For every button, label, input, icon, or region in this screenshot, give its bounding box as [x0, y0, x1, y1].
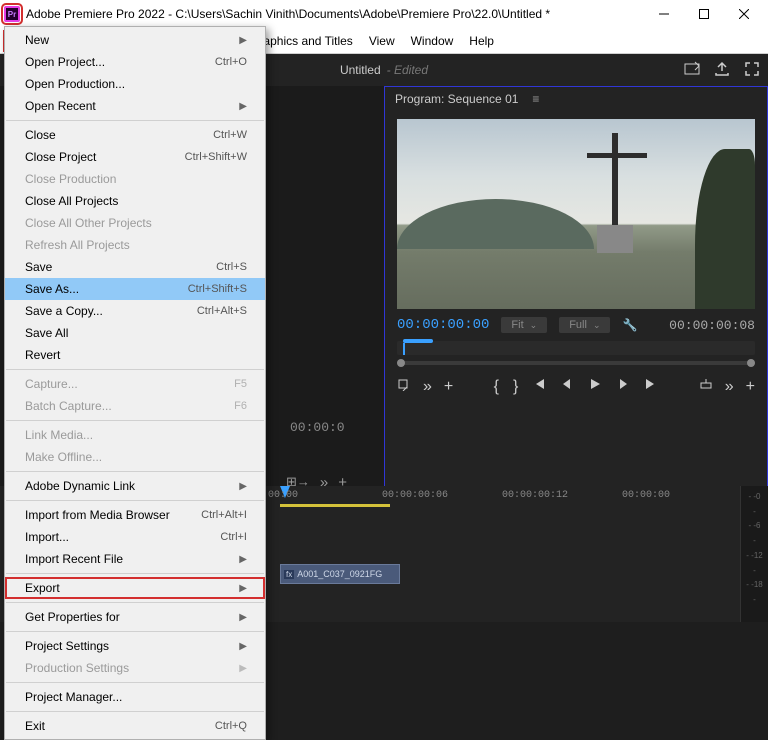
menu-item-save-as[interactable]: Save As...Ctrl+Shift+S: [5, 278, 265, 300]
source-timecode: 00:00:0: [290, 420, 345, 435]
menu-separator: [6, 602, 264, 603]
menu-item-revert[interactable]: Revert: [5, 344, 265, 366]
program-duration-timecode: 00:00:00:08: [669, 318, 755, 333]
menu-item-import[interactable]: Import...Ctrl+I: [5, 526, 265, 548]
meter-tick: - -0: [749, 492, 761, 501]
file-menu-dropdown: New▶Open Project...Ctrl+OOpen Production…: [4, 26, 266, 740]
menu-item-close-project[interactable]: Close ProjectCtrl+Shift+W: [5, 146, 265, 168]
menu-item-close-all-projects[interactable]: Close All Projects: [5, 190, 265, 212]
fullscreen-icon[interactable]: [744, 61, 760, 80]
menu-separator: [6, 471, 264, 472]
timeline-ruler[interactable]: :00:00 00:00:00:06 00:00:00:12 00:00:00: [262, 486, 768, 508]
mark-out-button[interactable]: }: [513, 378, 518, 396]
menu-separator: [6, 573, 264, 574]
ruler-tick: 00:00:00: [622, 490, 670, 501]
window-title: Adobe Premiere Pro 2022 - C:\Users\Sachi…: [26, 7, 644, 21]
menu-separator: [6, 120, 264, 121]
menu-item-link-media: Link Media...: [5, 424, 265, 446]
menu-item-make-offline: Make Offline...: [5, 446, 265, 468]
program-monitor-panel: Program: Sequence 01 ≡ 00:00:00:00 Fit⌄ …: [384, 86, 768, 492]
meter-tick: -: [753, 536, 756, 545]
work-area-bar[interactable]: [280, 504, 390, 507]
menu-item-new[interactable]: New▶: [5, 29, 265, 51]
menu-separator: [6, 631, 264, 632]
meter-tick: - -6: [749, 521, 761, 530]
menu-window[interactable]: Window: [403, 31, 462, 51]
settings-icon[interactable]: 🔧: [622, 318, 637, 332]
close-button[interactable]: [724, 2, 764, 26]
menu-item-save[interactable]: SaveCtrl+S: [5, 256, 265, 278]
menu-separator: [6, 500, 264, 501]
menu-item-exit[interactable]: ExitCtrl+Q: [5, 715, 265, 737]
program-current-timecode[interactable]: 00:00:00:00: [397, 317, 489, 333]
menu-item-project-settings[interactable]: Project Settings▶: [5, 635, 265, 657]
go-to-out-button[interactable]: [644, 377, 658, 396]
menu-item-close-production: Close Production: [5, 168, 265, 190]
program-video-preview[interactable]: [397, 119, 755, 309]
add-marker-button[interactable]: +: [444, 378, 453, 396]
maximize-button[interactable]: [684, 2, 724, 26]
menu-item-adobe-dynamic-link[interactable]: Adobe Dynamic Link▶: [5, 475, 265, 497]
meter-tick: -: [753, 595, 756, 604]
ruler-tick: :00:00: [262, 490, 298, 501]
mark-in-icon[interactable]: [397, 377, 411, 396]
menu-item-import-recent-file[interactable]: Import Recent File▶: [5, 548, 265, 570]
menu-item-close[interactable]: CloseCtrl+W: [5, 124, 265, 146]
menu-separator: [6, 682, 264, 683]
insert-icon[interactable]: »: [423, 378, 432, 396]
clip-name: A001_C037_0921FG: [297, 569, 382, 579]
menu-item-save-a-copy[interactable]: Save a Copy...Ctrl+Alt+S: [5, 300, 265, 322]
document-state: - Edited: [387, 63, 428, 77]
app-icon: Pr: [4, 6, 20, 22]
program-scrub-bar[interactable]: [385, 337, 767, 355]
step-back-button[interactable]: [560, 377, 574, 396]
menu-item-close-all-other-projects: Close All Other Projects: [5, 212, 265, 234]
menu-item-get-properties-for[interactable]: Get Properties for▶: [5, 606, 265, 628]
panel-menu-icon[interactable]: ≡: [532, 92, 539, 106]
menu-item-project-manager[interactable]: Project Manager...: [5, 686, 265, 708]
video-clip[interactable]: fx A001_C037_0921FG: [280, 564, 400, 584]
window-titlebar: Pr Adobe Premiere Pro 2022 - C:\Users\Sa…: [0, 0, 768, 28]
share-icon[interactable]: [714, 61, 730, 80]
menu-item-production-settings: Production Settings▶: [5, 657, 265, 679]
menu-separator: [6, 711, 264, 712]
step-forward-button[interactable]: [616, 377, 630, 396]
meter-tick: - -18: [746, 580, 762, 589]
export-frame-icon[interactable]: »: [725, 378, 734, 396]
menu-item-open-recent[interactable]: Open Recent▶: [5, 95, 265, 117]
meter-tick: -: [753, 566, 756, 575]
quick-export-icon[interactable]: [684, 61, 700, 80]
audio-meter: - -0 - - -6 - - -12 - - -18 -: [740, 486, 768, 622]
resolution-dropdown[interactable]: Full⌄: [559, 317, 610, 333]
transport-controls: » + { } » +: [385, 371, 767, 402]
ruler-tick: 00:00:00:06: [382, 490, 448, 501]
program-title: Program: Sequence 01: [395, 92, 518, 106]
menu-item-capture: Capture...F5: [5, 373, 265, 395]
zoom-dropdown[interactable]: Fit⌄: [501, 317, 547, 333]
menu-item-open-project[interactable]: Open Project...Ctrl+O: [5, 51, 265, 73]
button-editor[interactable]: +: [746, 378, 755, 396]
meter-tick: -: [753, 507, 756, 516]
zoom-slider[interactable]: [385, 355, 767, 371]
play-button[interactable]: [588, 377, 602, 396]
menu-separator: [6, 369, 264, 370]
mark-in-button[interactable]: {: [494, 378, 499, 396]
menu-item-batch-capture: Batch Capture...F6: [5, 395, 265, 417]
menu-item-export[interactable]: Export▶: [5, 577, 265, 599]
menu-item-save-all[interactable]: Save All: [5, 322, 265, 344]
meter-tick: - -12: [746, 551, 762, 560]
menu-help[interactable]: Help: [461, 31, 502, 51]
menu-item-import-from-media-browser[interactable]: Import from Media BrowserCtrl+Alt+I: [5, 504, 265, 526]
minimize-button[interactable]: [644, 2, 684, 26]
ruler-tick: 00:00:00:12: [502, 490, 568, 501]
menu-item-open-production[interactable]: Open Production...: [5, 73, 265, 95]
menu-item-refresh-all-projects: Refresh All Projects: [5, 234, 265, 256]
menu-separator: [6, 420, 264, 421]
fx-badge: fx: [284, 570, 294, 579]
go-to-in-button[interactable]: [532, 377, 546, 396]
document-tab[interactable]: Untitled: [340, 63, 381, 77]
menu-view[interactable]: View: [361, 31, 403, 51]
lift-icon[interactable]: [699, 377, 713, 396]
